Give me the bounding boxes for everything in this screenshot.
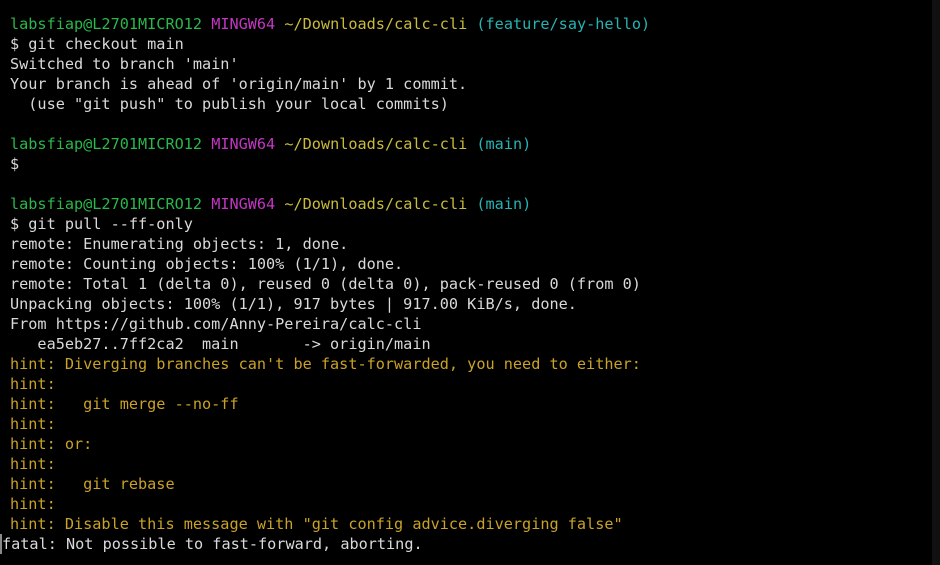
prompt-system: MINGW64 [211, 15, 276, 33]
output-line: Your branch is ahead of 'origin/main' by… [10, 75, 468, 93]
output-line: Unpacking objects: 100% (1/1), 917 bytes… [10, 295, 577, 313]
output-line: From https://github.com/Anny-Pereira/cal… [10, 315, 422, 333]
prompt-user: labsfiap@L2701MICRO12 [10, 135, 203, 153]
fatal-message: fatal: Not possible to fast-forward, abo… [2, 535, 423, 553]
command-line: $ [10, 155, 20, 173]
hint-line: hint: [10, 495, 56, 513]
hint-line: hint: [10, 375, 56, 393]
prompt-path: ~/Downloads/calc-cli [284, 135, 468, 153]
output-line: remote: Enumerating objects: 1, done. [10, 235, 349, 253]
prompt-path: ~/Downloads/calc-cli [284, 195, 468, 213]
prompt-line: labsfiap@L2701MICRO12 MINGW64 ~/Download… [10, 194, 940, 214]
scrollbar[interactable] [932, 0, 940, 565]
terminal-window[interactable]: labsfiap@L2701MICRO12 MINGW64 ~/Download… [0, 0, 940, 565]
prompt-line: labsfiap@L2701MICRO12 MINGW64 ~/Download… [10, 14, 940, 34]
hint-line: hint: [10, 415, 56, 433]
hint-line: hint: Disable this message with "git con… [10, 515, 623, 533]
hint-line: hint: or: [10, 435, 93, 453]
fatal-line: fatal: Not possible to fast-forward, abo… [0, 534, 940, 554]
prompt-user: labsfiap@L2701MICRO12 [10, 195, 203, 213]
command-line: $ git pull --ff-only [10, 215, 193, 233]
prompt-branch: (main) [476, 195, 532, 213]
output-line: Switched to branch 'main' [10, 55, 239, 73]
hint-line: hint: git merge --no-ff [10, 395, 239, 413]
hint-line: hint: [10, 455, 56, 473]
hint-line: hint: git rebase [10, 475, 175, 493]
prompt-system: MINGW64 [211, 195, 276, 213]
prompt-branch: (main) [476, 135, 532, 153]
hint-line: hint: Diverging branches can't be fast-f… [10, 355, 641, 373]
prompt-line: labsfiap@L2701MICRO12 MINGW64 ~/Download… [10, 134, 940, 154]
prompt-system: MINGW64 [211, 135, 276, 153]
output-line: (use "git push" to publish your local co… [10, 95, 449, 113]
output-line: remote: Total 1 (delta 0), reused 0 (del… [10, 275, 641, 293]
output-line: ea5eb27..7ff2ca2 main -> origin/main [10, 335, 431, 353]
command-line: $ git checkout main [10, 35, 184, 53]
prompt-user: labsfiap@L2701MICRO12 [10, 15, 203, 33]
prompt-path: ~/Downloads/calc-cli [284, 15, 468, 33]
output-line: remote: Counting objects: 100% (1/1), do… [10, 255, 404, 273]
prompt-branch: (feature/say-hello) [476, 15, 651, 33]
